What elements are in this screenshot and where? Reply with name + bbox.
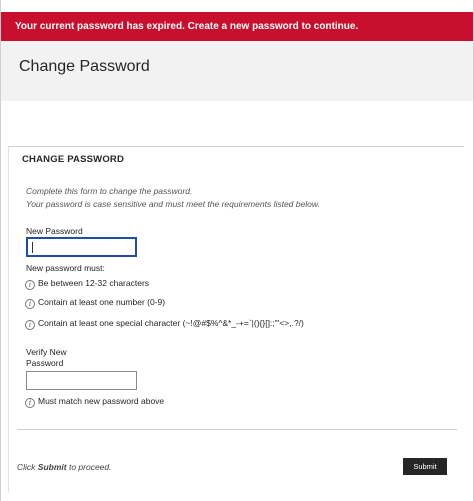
info-icon: i [25, 280, 35, 290]
requirements-heading: New password must: [26, 263, 105, 273]
verify-password-field[interactable] [26, 371, 137, 390]
text-caret [32, 242, 33, 253]
requirement-text: Contain at least one special character (… [38, 318, 304, 328]
section-divider [17, 429, 457, 430]
page-header: Change Password [1, 41, 473, 101]
verify-label-line-2: Password [26, 358, 64, 368]
proceed-instruction: Click Submit to proceed. [17, 462, 111, 472]
alert-text: Your current password has expired. Creat… [15, 21, 359, 32]
requirement-text: Must match new password above [38, 396, 165, 406]
change-password-section: CHANGE PASSWORD Complete this form to ch… [8, 146, 464, 492]
requirement-special-character: i Contain at least one special character … [25, 317, 304, 330]
new-password-label: New Password [26, 226, 83, 236]
proceed-prefix: Click [17, 462, 38, 472]
form-footer: Click Submit to proceed. Submit [1, 450, 473, 490]
expired-password-alert: Your current password has expired. Creat… [1, 12, 473, 41]
page-title: Change Password [19, 58, 150, 75]
instructions: Complete this form to change the passwor… [26, 185, 320, 211]
requirement-text: Contain at least one number (0-9) [38, 297, 166, 307]
proceed-suffix: to proceed. [66, 462, 112, 472]
verify-label-line-1: Verify New [26, 347, 67, 357]
requirement-length: i Be between 12-32 characters [25, 277, 150, 290]
submit-button[interactable]: Submit [403, 458, 447, 475]
instructions-line-1: Complete this form to change the passwor… [26, 186, 193, 196]
instructions-line-2: Your password is case sensitive and must… [26, 199, 320, 209]
info-icon: i [25, 320, 35, 330]
verify-password-label: Verify New Password [26, 347, 67, 369]
info-icon: i [25, 299, 35, 309]
requirement-number: i Contain at least one number (0-9) [25, 296, 166, 309]
requirement-text: Be between 12-32 characters [38, 278, 150, 288]
new-password-field[interactable] [26, 237, 137, 257]
proceed-submit-word: Submit [37, 462, 67, 472]
info-icon: i [25, 398, 35, 408]
section-title: CHANGE PASSWORD [22, 154, 125, 165]
requirement-match: i Must match new password above [25, 395, 165, 408]
